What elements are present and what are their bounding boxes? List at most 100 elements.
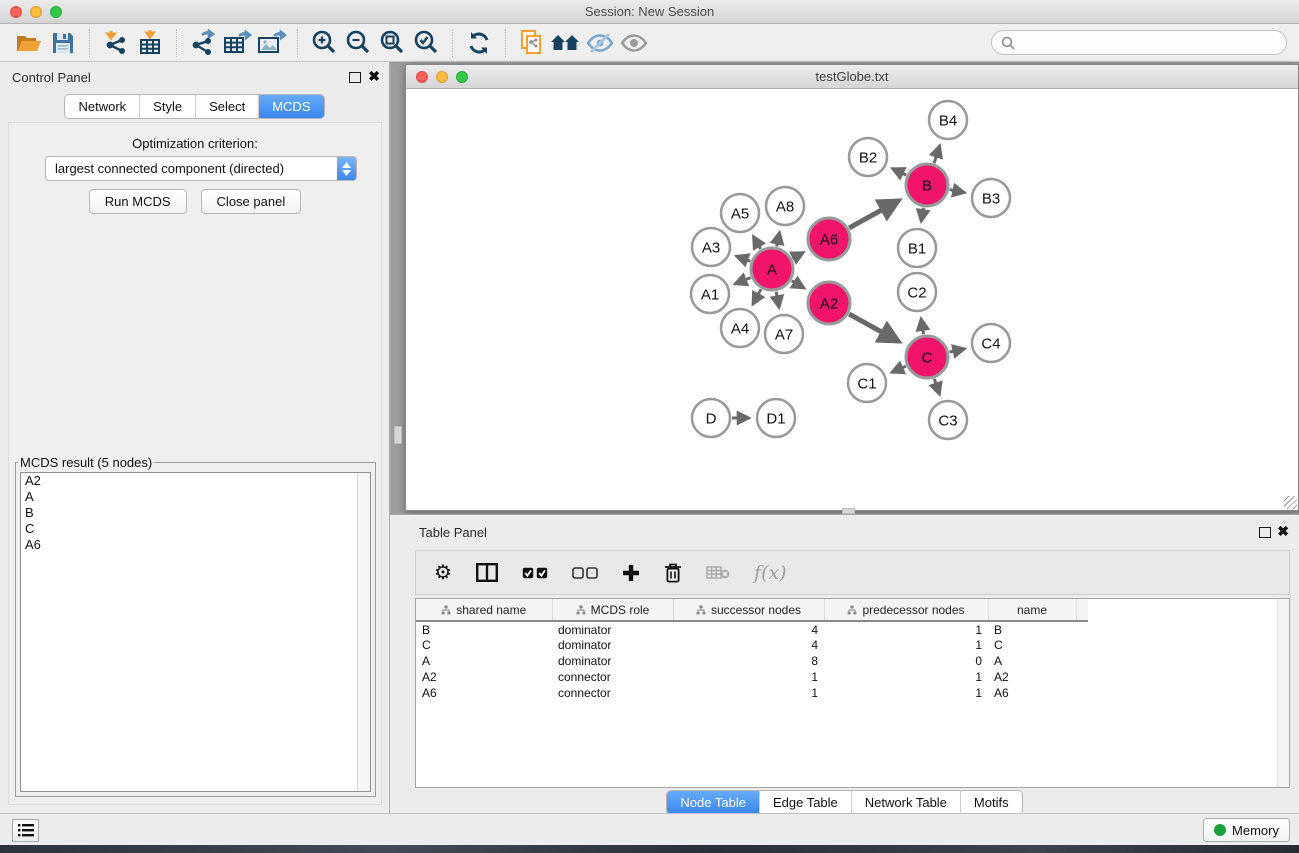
table-row[interactable]: Bdominator41B	[416, 621, 1088, 637]
float-panel-icon[interactable]	[349, 72, 361, 83]
table-row[interactable]: Cdominator41C	[416, 637, 1088, 653]
table-cell[interactable]: C	[988, 637, 1076, 653]
table-cell[interactable]: dominator	[552, 621, 673, 637]
table-cell[interactable]: 0	[824, 653, 988, 669]
window-resize-grip[interactable]	[1284, 496, 1297, 509]
table-cell[interactable]: A6	[416, 685, 552, 701]
column-header[interactable]: name	[988, 599, 1076, 621]
refresh-icon[interactable]	[462, 28, 496, 58]
network-window-titlebar[interactable]: testGlobe.txt	[406, 65, 1298, 89]
open-session-icon[interactable]	[12, 28, 46, 58]
table-scrollbar[interactable]	[1277, 599, 1289, 787]
close-table-panel-icon[interactable]: ✖	[1277, 524, 1289, 538]
tab-edge-table[interactable]: Edge Table	[759, 791, 851, 814]
column-header[interactable]: shared name	[416, 599, 552, 621]
edge-A-A1[interactable]	[735, 278, 751, 284]
settings-gear-icon[interactable]: ⚙	[434, 563, 452, 583]
table-cell[interactable]: A6	[988, 685, 1076, 701]
maximize-window-icon[interactable]	[50, 6, 62, 18]
hide-selected-icon[interactable]	[583, 28, 617, 58]
delete-column-icon[interactable]	[664, 563, 682, 583]
zoom-in-icon[interactable]	[307, 28, 341, 58]
duplicate-network-icon[interactable]	[515, 28, 549, 58]
delete-table-icon[interactable]	[706, 565, 730, 580]
task-history-button[interactable]	[12, 819, 39, 842]
maximize-network-window-icon[interactable]	[456, 71, 468, 83]
zoom-fit-icon[interactable]	[375, 28, 409, 58]
table-cell[interactable]: 4	[673, 637, 824, 653]
tab-motifs[interactable]: Motifs	[960, 791, 1022, 814]
table-cell[interactable]: B	[988, 621, 1076, 637]
export-table-icon[interactable]	[220, 28, 254, 58]
list-scrollbar[interactable]	[357, 473, 370, 791]
table-cell[interactable]: 1	[824, 685, 988, 701]
mcds-result-item[interactable]: A2	[21, 473, 370, 489]
edge-A-A8[interactable]	[777, 232, 780, 246]
show-all-icon[interactable]	[617, 28, 651, 58]
zoom-out-icon[interactable]	[341, 28, 375, 58]
tab-select[interactable]: Select	[195, 95, 258, 118]
table-cell[interactable]: 8	[673, 653, 824, 669]
table-cell[interactable]: B	[416, 621, 552, 637]
search-input[interactable]	[1020, 35, 1277, 50]
tab-network-table[interactable]: Network Table	[851, 791, 960, 814]
edge-A-A3[interactable]	[736, 256, 750, 261]
float-table-panel-icon[interactable]	[1259, 527, 1271, 538]
table-cell[interactable]: 1	[673, 685, 824, 701]
mcds-result-item[interactable]: A6	[21, 537, 370, 553]
table-row[interactable]: A2connector11A2	[416, 669, 1088, 685]
zoom-selected-icon[interactable]	[409, 28, 443, 58]
edge-C-C1[interactable]	[892, 366, 906, 372]
tab-style[interactable]: Style	[139, 95, 195, 118]
run-mcds-button[interactable]: Run MCDS	[89, 189, 187, 214]
edge-A2-C[interactable]	[849, 314, 899, 341]
table-cell[interactable]: A2	[988, 669, 1076, 685]
table-cell[interactable]: 1	[824, 621, 988, 637]
memory-button[interactable]: Memory	[1203, 818, 1290, 842]
edge-B-B3[interactable]	[950, 190, 965, 193]
edge-A-A6[interactable]	[792, 252, 803, 258]
table-row[interactable]: A6connector11A6	[416, 685, 1088, 701]
column-header[interactable]: successor nodes	[673, 599, 824, 621]
mcds-result-list[interactable]: A2ABCA6	[20, 472, 371, 792]
column-layout-icon[interactable]	[476, 563, 498, 582]
import-table-icon[interactable]	[133, 28, 167, 58]
close-network-window-icon[interactable]	[416, 71, 428, 83]
tab-network[interactable]: Network	[65, 95, 139, 118]
edge-C-C2[interactable]	[921, 318, 923, 334]
edge-B-B1[interactable]	[921, 208, 923, 222]
vertical-splitter-handle[interactable]	[394, 426, 402, 444]
edge-B-B2[interactable]	[892, 168, 906, 175]
table-cell[interactable]: dominator	[552, 637, 673, 653]
edge-A-A2[interactable]	[792, 281, 805, 288]
network-canvas[interactable]: B4B2BB3A8A5A6A3B1AC2A1A2A4A7C4CC1DD1C3	[406, 89, 1298, 510]
edge-B-B4[interactable]	[934, 146, 940, 164]
table-cell[interactable]: 1	[824, 669, 988, 685]
mcds-result-item[interactable]: A	[21, 489, 370, 505]
column-header[interactable]: predecessor nodes	[824, 599, 988, 621]
table-cell[interactable]: 1	[824, 637, 988, 653]
function-builder-icon[interactable]: f(x)	[754, 562, 787, 584]
minimize-network-window-icon[interactable]	[436, 71, 448, 83]
criterion-select[interactable]: largest connected component (directed)	[45, 156, 357, 181]
select-all-columns-icon[interactable]	[522, 567, 548, 579]
edge-A-A7[interactable]	[776, 292, 779, 308]
edge-A-A5[interactable]	[753, 236, 760, 249]
table-cell[interactable]: dominator	[552, 653, 673, 669]
close-panel-icon[interactable]: ✖	[368, 69, 380, 83]
table-cell[interactable]: connector	[552, 685, 673, 701]
import-network-icon[interactable]	[99, 28, 133, 58]
export-image-icon[interactable]	[254, 28, 288, 58]
edge-C-C3[interactable]	[934, 379, 939, 395]
table-cell[interactable]: C	[416, 637, 552, 653]
mcds-result-item[interactable]: C	[21, 521, 370, 537]
tab-node-table[interactable]: Node Table	[667, 791, 759, 814]
table-row[interactable]: Adominator80A	[416, 653, 1088, 669]
tab-mcds[interactable]: MCDS	[258, 95, 323, 118]
first-neighbors-icon[interactable]	[549, 28, 583, 58]
edge-C-C4[interactable]	[949, 349, 964, 352]
mcds-result-item[interactable]: B	[21, 505, 370, 521]
table-cell[interactable]: A	[988, 653, 1076, 669]
save-session-icon[interactable]	[46, 28, 80, 58]
table-cell[interactable]: 4	[673, 621, 824, 637]
